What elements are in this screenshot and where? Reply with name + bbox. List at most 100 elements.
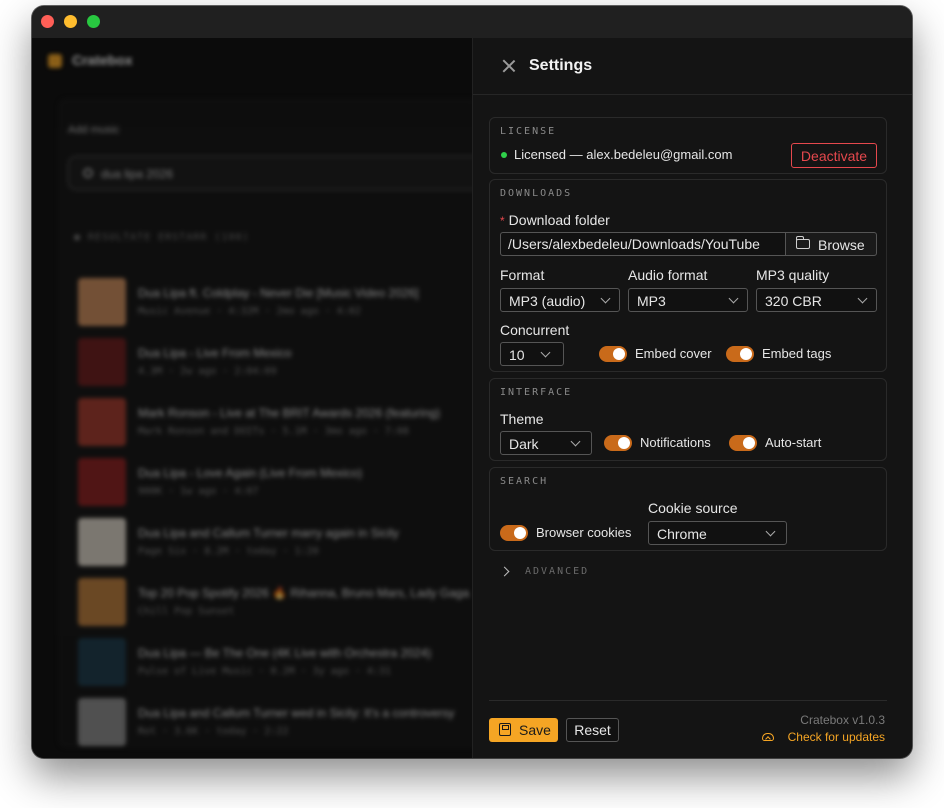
thumbnail — [78, 338, 126, 386]
search-section-label: SEARCH — [500, 476, 549, 487]
version-text: Cratebox v1.0.3 — [800, 713, 885, 727]
result-row[interactable]: Dua Lipa and Callum Turner wed in Sicily… — [78, 698, 472, 748]
footer-divider — [489, 700, 887, 701]
result-title: Dua Lipa and Callum Turner wed in Sicily… — [138, 706, 455, 720]
audio-format-label: Audio format — [628, 267, 708, 283]
format-value: MP3 (audio) — [509, 293, 586, 309]
cookie-source-select[interactable]: Chrome — [648, 521, 787, 545]
cookie-source-value: Chrome — [657, 526, 707, 542]
advanced-label: ADVANCED — [525, 566, 590, 577]
cloud-upload-icon — [761, 733, 774, 741]
result-meta: Rot · 3.6K · today · 2:22 — [138, 726, 289, 737]
minimize-window-button[interactable] — [64, 15, 77, 28]
result-title: Dua Lipa — Be The One (4K Live with Orch… — [138, 646, 432, 660]
result-meta: Music Avenue · 4:32M · 2mo ago · 4:02 — [138, 306, 361, 317]
theme-value: Dark — [509, 436, 539, 452]
result-row[interactable]: Dua Lipa and Callum Turner marry again i… — [78, 518, 472, 568]
app-window: Cratebox Add music dua lipa 2026 ● RESUL… — [32, 6, 912, 758]
reset-button[interactable]: Reset — [566, 718, 619, 742]
cookie-source-label: Cookie source — [648, 500, 738, 516]
result-title: Dua Lipa ft. Coldplay - Never Die [Music… — [138, 286, 419, 300]
results-heading: ● RESULTATE ERSTARR (100) — [74, 232, 250, 243]
deactivate-button[interactable]: Deactivate — [791, 143, 877, 168]
browse-label: Browse — [818, 237, 865, 253]
title-bar — [32, 6, 912, 38]
result-meta: 900K · 1w ago · 4:07 — [138, 486, 259, 497]
result-meta: Mark Ronson and DOITs · 5.1M · 3mo ago ·… — [138, 426, 409, 437]
folder-icon — [795, 236, 810, 249]
mp3-quality-select[interactable]: 320 CBR — [756, 288, 877, 312]
concurrent-value: 10 — [509, 347, 525, 363]
result-row[interactable]: Dua Lipa ft. Coldplay - Never Die [Music… — [78, 278, 472, 328]
license-section-label: LICENSE — [500, 126, 557, 137]
chevron-down-icon — [857, 293, 868, 304]
save-icon — [499, 723, 511, 736]
save-button[interactable]: Save — [489, 718, 558, 742]
notifications-toggle[interactable] — [604, 435, 632, 451]
chevron-down-icon — [728, 293, 739, 304]
settings-drawer: Settings LICENSE Licensed — alex.bedeleu… — [472, 38, 912, 758]
check-updates-link[interactable]: Check for updates — [761, 730, 885, 744]
audio-format-select[interactable]: MP3 — [628, 288, 748, 312]
app-header: Cratebox — [32, 38, 472, 86]
embed-cover-label: Embed cover — [635, 346, 712, 361]
result-meta: 4.3M · 2w ago · 2:04:09 — [138, 366, 277, 377]
chevron-down-icon — [570, 436, 581, 447]
format-label: Format — [500, 267, 545, 283]
result-title: Dua Lipa - Love Again (Live From Mexico) — [138, 466, 363, 480]
result-title: Dua Lipa - Live From Mexico — [138, 346, 292, 360]
result-meta: Chill Pop Sunset — [138, 606, 235, 617]
auto-start-toggle[interactable] — [729, 435, 757, 451]
audio-format-value: MP3 — [637, 293, 666, 309]
result-title: Dua Lipa and Callum Turner marry again i… — [138, 526, 399, 540]
thumbnail — [78, 278, 126, 326]
zoom-window-button[interactable] — [87, 15, 100, 28]
music-search-input[interactable]: dua lipa 2026 — [68, 156, 472, 190]
main-app-background: Cratebox Add music dua lipa 2026 ● RESUL… — [32, 38, 472, 758]
browser-cookies-label: Browser cookies — [536, 525, 632, 540]
result-row[interactable]: Dua Lipa - Live From Mexico 4.3M · 2w ago… — [78, 338, 472, 388]
settings-title: Settings — [529, 57, 593, 74]
search-icon — [83, 168, 93, 178]
check-updates-label: Check for updates — [787, 730, 885, 744]
mp3-quality-value: 320 CBR — [765, 293, 822, 309]
license-section: LICENSE Licensed — alex.bedeleu@gmail.co… — [489, 117, 887, 174]
interface-section-label: INTERFACE — [500, 387, 573, 398]
save-label: Save — [519, 722, 551, 738]
format-select[interactable]: MP3 (audio) — [500, 288, 620, 312]
close-window-button[interactable] — [41, 15, 54, 28]
result-meta: Pulse of Live Music · 0.2M · 3y ago · 4:… — [138, 666, 391, 677]
search-section: SEARCH Browser cookies Cookie source Chr… — [489, 467, 887, 551]
mp3-quality-label: MP3 quality — [756, 267, 830, 283]
license-status-text: Licensed — alex.bedeleu@gmail.com — [514, 147, 733, 162]
notifications-label: Notifications — [640, 435, 711, 450]
embed-cover-toggle[interactable] — [599, 346, 627, 362]
result-row[interactable]: Dua Lipa — Be The One (4K Live with Orch… — [78, 638, 472, 688]
add-music-title: Add music — [68, 124, 120, 136]
chevron-right-icon — [499, 566, 510, 577]
search-value: dua lipa 2026 — [101, 167, 174, 181]
result-row[interactable]: Top 20 Pop Spotify 2026 🔥 Rihanna, Bruno… — [78, 578, 472, 628]
result-title: Mark Ronson - Live at The BRIT Awards 20… — [138, 406, 441, 420]
theme-select[interactable]: Dark — [500, 431, 592, 455]
result-title: Top 20 Pop Spotify 2026 🔥 Rihanna, Bruno… — [138, 586, 470, 600]
required-mark: * — [500, 214, 505, 228]
result-row[interactable]: Mark Ronson - Live at The BRIT Awards 20… — [78, 398, 472, 448]
concurrent-label: Concurrent — [500, 322, 570, 338]
thumbnail — [78, 518, 126, 566]
result-meta: Page Six · 8.2M · today · 1:20 — [138, 546, 319, 557]
brand-name: Cratebox — [72, 52, 133, 68]
concurrent-select[interactable]: 10 — [500, 342, 564, 366]
embed-tags-toggle[interactable] — [726, 346, 754, 362]
downloads-section: DOWNLOADS * Download folder /Users/alexbe… — [489, 179, 887, 372]
license-status-dot — [501, 152, 507, 158]
browse-button[interactable]: Browse — [786, 232, 877, 256]
result-row[interactable]: Dua Lipa - Love Again (Live From Mexico)… — [78, 458, 472, 508]
thumbnail — [78, 698, 126, 746]
thumbnail — [78, 398, 126, 446]
download-folder-input[interactable]: /Users/alexbedeleu/Downloads/YouTube — [500, 232, 786, 256]
downloads-section-label: DOWNLOADS — [500, 188, 573, 199]
close-icon[interactable] — [501, 58, 517, 74]
browser-cookies-toggle[interactable] — [500, 525, 528, 541]
thumbnail — [78, 578, 126, 626]
